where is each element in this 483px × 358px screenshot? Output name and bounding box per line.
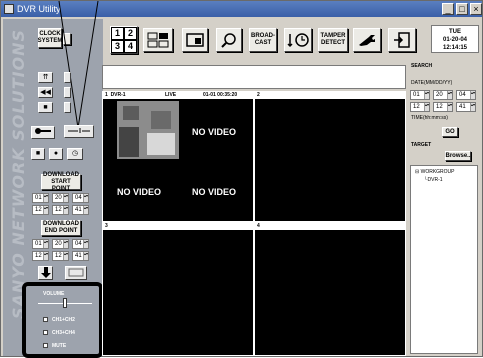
tree-root-item[interactable]: ⊟ WORKGROUP [415, 169, 454, 175]
start-hour-spin[interactable]: 12 ▴▾ [32, 205, 49, 215]
end-year-spin[interactable]: 04 ▴▾ [72, 239, 89, 249]
ch3-ch4-checkbox[interactable] [43, 330, 48, 335]
video-tile-4[interactable]: 4 [254, 222, 406, 356]
download-arrow-icon [40, 267, 51, 278]
ch1-ch2-checkbox[interactable] [43, 317, 48, 322]
mute-label: MUTE [52, 343, 67, 349]
tile-1-no-video-c: NO VIDEO [192, 187, 237, 197]
tile-1-header: 1 DVR-1 LIVE 01-01 00:35:20 [103, 92, 253, 99]
tree-child-item[interactable]: └DVR-1 [424, 177, 443, 183]
target-label: TARGET [411, 142, 432, 148]
connection-button[interactable] [64, 125, 94, 138]
search-time-label: TIME(hh:mm:ss) [411, 115, 448, 121]
start-minute-spin[interactable]: 12 ▴▾ [52, 205, 69, 215]
schedule-button[interactable]: ◷ [67, 148, 83, 160]
ch1-ch2-label: CH1+CH2 [52, 317, 75, 323]
stop-button[interactable]: ■ [38, 102, 53, 113]
target-tree[interactable]: ⊟ WORKGROUP └DVR-1 [410, 165, 478, 354]
control-edge-3[interactable] [64, 102, 71, 113]
search-second-spin[interactable]: 41 ▴▾ [456, 102, 476, 112]
video-tile-3[interactable]: 3 [102, 222, 254, 356]
search-hour-spin[interactable]: 12 ▴▾ [410, 102, 430, 112]
start-second-spin[interactable]: 41 ▴▾ [72, 205, 89, 215]
browse-button[interactable]: Browse.. [445, 151, 471, 161]
end-month-spin[interactable]: 01 ▴▾ [32, 239, 49, 249]
video-tile-1[interactable]: 1 DVR-1 LIVE 01-01 00:35:20 NO VIDEO NO … [102, 91, 254, 222]
search-year-spin[interactable]: 04 ▴▾ [456, 90, 476, 100]
tile-1-no-video-a: NO VIDEO [192, 127, 237, 137]
record-button[interactable]: ● [49, 148, 63, 160]
search-minute-spin[interactable]: 12 ▴▾ [433, 102, 453, 112]
start-day-spin[interactable]: 20 ▴▾ [52, 193, 69, 203]
message-bar [102, 65, 406, 89]
save-image-button[interactable] [65, 266, 87, 280]
rewind-button[interactable]: ◀◀ [38, 87, 53, 98]
end-hour-spin[interactable]: 12 ▴▾ [32, 251, 49, 261]
jog-frame-button[interactable]: ⇈ [38, 72, 53, 83]
go-button[interactable]: GO [442, 127, 458, 137]
control-edge-1[interactable] [64, 72, 71, 83]
start-year-spin[interactable]: 04 ▴▾ [72, 193, 89, 203]
download-end-point-button[interactable]: DOWNLOAD END POINT [41, 220, 81, 236]
tile-4-header: 4 [255, 223, 405, 230]
folder-icon [68, 268, 84, 277]
tile-1-status: LIVE [165, 92, 177, 98]
tile-2-header: 2 [255, 92, 405, 99]
connection-icon [68, 128, 90, 133]
start-month-spin[interactable]: 01 ▴▾ [32, 193, 49, 203]
search-month-spin[interactable]: 01 ▴▾ [410, 90, 430, 100]
key-button[interactable] [31, 126, 55, 139]
volume-label: VOLUME [43, 291, 65, 297]
control-edge-2[interactable] [64, 87, 71, 98]
ch3-ch4-label: CH3+CH4 [52, 330, 75, 336]
dvr-utility-window: DVR Utility _ □ × SANYO NETWORK SOLUTION… [0, 0, 483, 358]
mute-checkbox[interactable] [43, 343, 48, 348]
search-date-label: DATE(MM/DD/YY) [411, 80, 453, 86]
play-stop-button[interactable]: ■ [31, 148, 45, 160]
search-panel: SEARCH DATE(MM/DD/YY) 01 ▴▾ 20 ▴▾ 04 ▴▾ 12 ▴… [407, 57, 481, 356]
volume-slider-thumb[interactable] [63, 298, 67, 308]
video-tile-2[interactable]: 2 [254, 91, 406, 222]
search-day-spin[interactable]: 20 ▴▾ [433, 90, 453, 100]
key-icon [35, 128, 51, 134]
tile-3-header: 3 [103, 223, 253, 230]
end-day-spin[interactable]: 20 ▴▾ [52, 239, 69, 249]
end-minute-spin[interactable]: 12 ▴▾ [52, 251, 69, 261]
tile-1-camera: DVR-1 [110, 92, 126, 98]
tile-1-no-video-b: NO VIDEO [117, 187, 162, 197]
live-camera-feed [117, 101, 179, 159]
download-button[interactable] [38, 266, 53, 280]
tile-1-number: 1 [105, 92, 108, 98]
download-start-point-button[interactable]: DOWNLOAD START POINT [41, 172, 81, 192]
tile-1-timestamp: 01-01 00:35:20 [203, 92, 238, 98]
search-title: SEARCH [411, 63, 433, 69]
end-second-spin[interactable]: 41 ▴▾ [72, 251, 89, 261]
